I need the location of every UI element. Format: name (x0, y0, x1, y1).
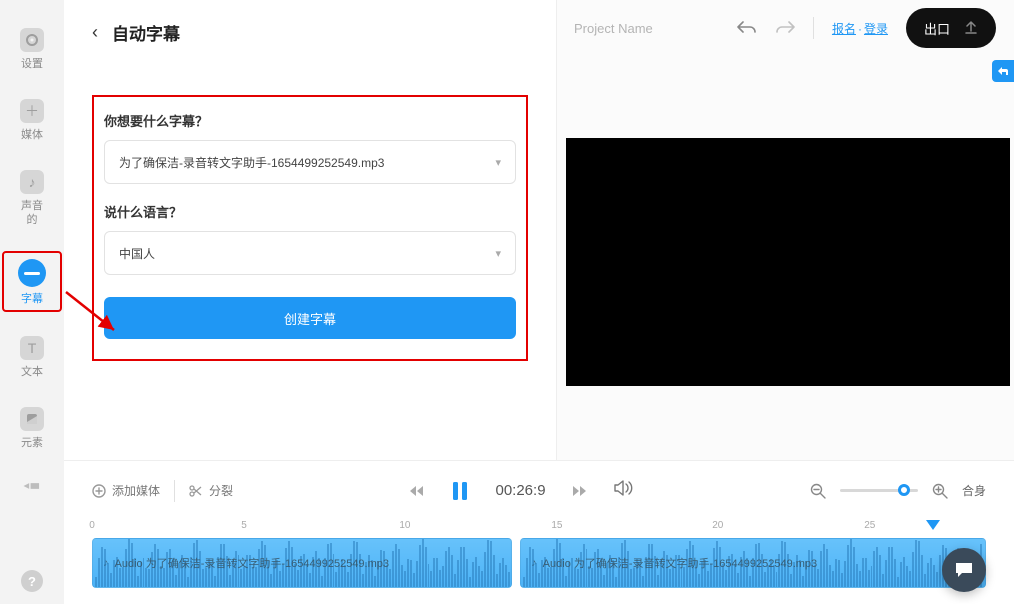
gear-icon (20, 28, 44, 52)
pencil-icon (24, 478, 40, 499)
add-media-label: 添加媒体 (112, 482, 160, 499)
redo-button[interactable] (775, 18, 795, 39)
clip-label: Audio 为了确保洁-录音转文字助手-1654499252549.mp3 (115, 555, 390, 571)
ruler-tick: 20 (712, 520, 723, 531)
sidebar: 设置 ＋ 媒体 ♪ 声音 的 字幕 T 文本 元素 ? (0, 0, 64, 604)
panel-header: ‹ 自动字幕 (92, 20, 528, 45)
sidebar-item-label: 元素 (21, 437, 43, 450)
subtitle-form: 你想要什么字幕？ 为了确保洁-录音转文字助手-1654499252549.mp3… (92, 95, 528, 361)
volume-button[interactable] (614, 480, 634, 501)
language-value: 中国人 (119, 245, 155, 262)
zoom-handle[interactable] (898, 484, 910, 496)
panel-separator (556, 0, 557, 460)
panel-title: 自动字幕 (112, 20, 180, 45)
sidebar-item-audio[interactable]: ♪ 声音 的 (2, 166, 62, 230)
timeline-tracks: 0 5 10 15 20 25 ♪ Audio 为了确保洁-录音转文字助手-16… (64, 520, 1014, 604)
ruler-tick: 25 (864, 520, 875, 531)
note-icon: ♪ (20, 170, 44, 194)
main-area: ‹ 自动字幕 你想要什么字幕？ 为了确保洁-录音转文字助手-1654499252… (64, 0, 1014, 460)
fit-button[interactable]: 合身 (962, 482, 986, 499)
clip-label: Audio 为了确保洁-录音转文字助手-1654499252549.mp3 (543, 555, 818, 571)
timeline-controls: 添加媒体 分裂 00:26:9 合身 (64, 460, 1014, 520)
audio-clip[interactable]: ♪ Audio 为了确保洁-录音转文字助手-1654499252549.mp3 (92, 538, 512, 588)
undo-button[interactable] (737, 18, 757, 39)
timeline-left-controls: 添加媒体 分裂 (92, 480, 233, 502)
sidebar-item-text[interactable]: T 文本 (2, 332, 62, 383)
split-button[interactable]: 分裂 (189, 482, 233, 499)
right-panel: Project Name 报名·登录 出口 (556, 0, 1014, 460)
sidebar-item-label: 媒体 (21, 129, 43, 142)
project-name-input[interactable]: Project Name (574, 21, 719, 36)
divider (813, 17, 814, 39)
sidebar-item-subtitles[interactable]: 字幕 (2, 251, 62, 312)
ruler-tick: 10 (399, 520, 410, 531)
prev-button[interactable] (409, 484, 425, 498)
help-icon: ? (21, 570, 43, 592)
timecode: 00:26:9 (495, 482, 545, 499)
create-subtitles-button[interactable]: 创建字幕 (104, 297, 516, 339)
export-button[interactable]: 出口 (906, 8, 996, 48)
timeline-ruler: 0 5 10 15 20 25 (92, 520, 986, 538)
track-row: ♪ Audio 为了确保洁-录音转文字助手-1654499252549.mp3 … (92, 538, 986, 588)
audio-clip[interactable]: ♪ Audio 为了确保洁-录音转文字助手-1654499252549.mp3 (520, 538, 986, 588)
split-label: 分裂 (209, 482, 233, 499)
sidebar-item-help[interactable]: ? (2, 566, 62, 596)
ruler-tick: 15 (551, 520, 562, 531)
top-bar: Project Name 报名·登录 出口 (556, 0, 1014, 56)
playhead[interactable] (926, 520, 940, 530)
chevron-down-icon: ▾ (495, 247, 501, 260)
upload-icon (964, 21, 978, 35)
text-icon: T (20, 336, 44, 360)
zoom-in-button[interactable] (932, 483, 948, 499)
sidebar-item-settings[interactable]: 设置 (2, 24, 62, 75)
left-panel: ‹ 自动字幕 你想要什么字幕？ 为了确保洁-录音转文字助手-1654499252… (64, 0, 556, 460)
chevron-down-icon: ▾ (495, 156, 501, 169)
share-badge[interactable] (992, 60, 1014, 82)
chat-button[interactable] (942, 548, 986, 592)
divider (174, 480, 175, 502)
zoom-out-button[interactable] (810, 483, 826, 499)
language-select[interactable]: 中国人 ▾ (104, 231, 516, 275)
zoom-controls: 合身 (810, 482, 986, 499)
login-link[interactable]: 登录 (864, 22, 888, 36)
plus-icon: ＋ (20, 99, 44, 123)
sidebar-item-media[interactable]: ＋ 媒体 (2, 95, 62, 146)
elements-icon (20, 407, 44, 431)
sidebar-item-label: 设置 (21, 58, 43, 71)
source-select[interactable]: 为了确保洁-录音转文字助手-1654499252549.mp3 ▾ (104, 140, 516, 184)
video-preview[interactable] (566, 138, 1010, 386)
playback-controls: 00:26:9 (251, 480, 792, 501)
sidebar-item-draw[interactable] (2, 474, 62, 503)
ruler-tick: 5 (241, 520, 247, 531)
auth-links: 报名·登录 (832, 20, 888, 37)
ruler-tick: 0 (89, 520, 95, 531)
sidebar-item-elements[interactable]: 元素 (2, 403, 62, 454)
question-language-label: 说什么语言？ (104, 202, 516, 221)
back-button[interactable]: ‹ (92, 22, 98, 43)
subtitle-icon (18, 259, 46, 287)
pause-button[interactable] (451, 481, 469, 501)
zoom-slider[interactable] (840, 489, 918, 492)
source-value: 为了确保洁-录音转文字助手-1654499252549.mp3 (119, 154, 384, 171)
add-media-button[interactable]: 添加媒体 (92, 482, 160, 499)
export-label: 出口 (924, 19, 950, 38)
sidebar-item-label: 文本 (21, 366, 43, 379)
sidebar-item-label: 声音 的 (21, 200, 43, 226)
question-source-label: 你想要什么字幕？ (104, 111, 516, 130)
sidebar-item-label: 字幕 (21, 293, 43, 306)
signup-link[interactable]: 报名 (832, 22, 856, 36)
next-button[interactable] (572, 484, 588, 498)
